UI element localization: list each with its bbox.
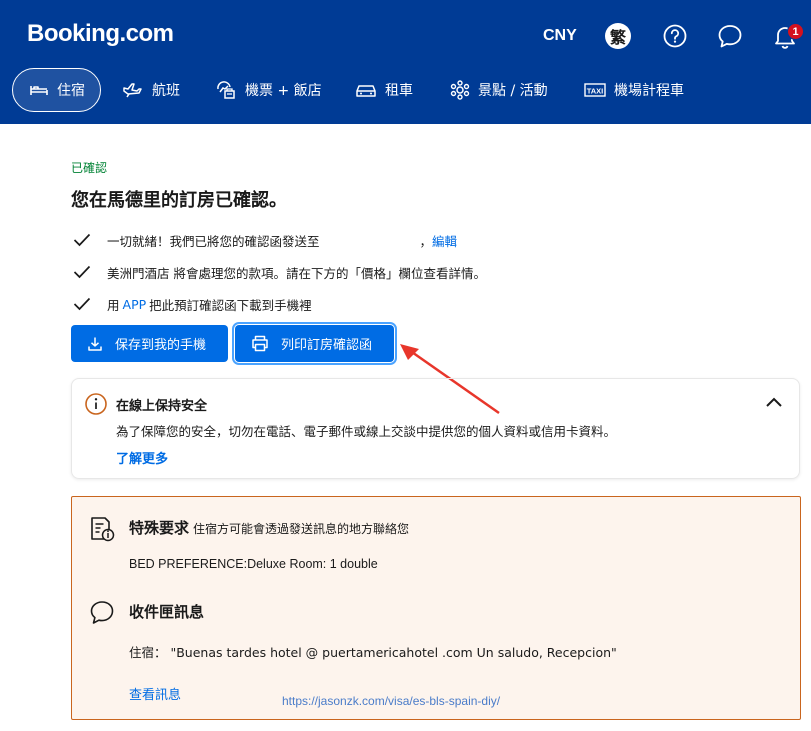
message-bubble-icon [90, 601, 114, 624]
attractions-icon [450, 80, 470, 100]
page-title: 您在馬德里的訂房已確認。 [71, 190, 287, 211]
chevron-up-icon[interactable] [765, 395, 783, 409]
print-confirmation-button[interactable]: 列印訂房確認函 [232, 322, 397, 365]
check-item-email: 一切就緒！我們已將您的確認函發送至 ， 編輯 [73, 230, 457, 250]
special-request-heading: 特殊要求 住宿方可能會透過發送訊息的地方聯絡您 [129, 517, 409, 538]
nav-tab-attractions[interactable]: 景點 / 活動 [450, 68, 548, 112]
redacted-email [319, 234, 420, 246]
download-icon [88, 337, 102, 351]
request-document-icon [91, 517, 115, 542]
taxi-icon: TAXI [584, 83, 606, 97]
special-request-card: 特殊要求 住宿方可能會透過發送訊息的地方聯絡您 BED PREFERENCE:De… [71, 496, 801, 720]
booking-logo[interactable]: Booking.com [27, 20, 174, 48]
nav-tab-car-rental[interactable]: 租車 [355, 68, 413, 112]
nav-tab-stays[interactable]: 住宿 [12, 68, 101, 112]
nav-label: 住宿 [57, 83, 85, 99]
special-request-subtitle: 住宿方可能會透過發送訊息的地方聯絡您 [193, 522, 410, 536]
check-item-payment: 美洲門酒店 將會處理您的款項。請在下方的「價格」欄位查看詳情。 [73, 262, 486, 282]
safety-title: 在線上保持安全 [116, 399, 208, 414]
safety-text: 為了保障您的安全，切勿在電話、電子郵件或線上交談中提供您的個人資料或信用卡資料。 [116, 424, 617, 439]
edit-email-link[interactable]: 編輯 [432, 231, 457, 250]
app-link[interactable]: APP [123, 297, 147, 312]
learn-more-link[interactable]: 了解更多 [116, 448, 168, 467]
special-request-value: BED PREFERENCE:Deluxe Room: 1 double [129, 557, 378, 571]
nav-label: 機場計程車 [614, 83, 684, 99]
nav-tab-flights[interactable]: 航班 [122, 68, 180, 112]
special-request-title: 特殊要求 [129, 519, 190, 537]
checkmark-icon [73, 297, 91, 311]
inbox-title: 收件匣訊息 [129, 603, 205, 621]
confirmation-status: 已確認 [71, 161, 108, 175]
bed-icon [30, 86, 48, 95]
nav-label: 景點 / 活動 [478, 83, 548, 99]
nav-label: 機票 + 飯店 [245, 83, 322, 99]
car-icon [356, 85, 376, 97]
inbox-message: 住宿： "Buenas tardes hotel @ puertamericah… [129, 645, 617, 660]
printer-icon [252, 335, 268, 352]
checkmark-icon [73, 265, 91, 279]
view-message-link[interactable]: 查看訊息 [129, 684, 181, 703]
notification-badge: 1 [787, 23, 804, 40]
check-item-app: 用 APP 把此預訂確認函下載到手機裡 [73, 294, 312, 314]
nav-label: 航班 [152, 83, 180, 99]
info-circle-icon [85, 393, 107, 415]
watermark-url: https://jasonzk.com/visa/es-bls-spain-di… [282, 694, 501, 708]
nav-label: 租車 [385, 83, 413, 99]
checkmark-icon [73, 233, 91, 247]
chat-icon[interactable] [716, 22, 744, 50]
language-selector[interactable]: 繁 [605, 23, 631, 49]
nav-tab-airport-taxi[interactable]: TAXI 機場計程車 [584, 68, 684, 112]
nav-tab-flight-hotel[interactable]: 機票 + 飯店 [215, 68, 322, 112]
help-icon[interactable] [661, 22, 689, 50]
plane-icon [123, 83, 142, 98]
save-to-phone-button[interactable]: 保存到我的手機 [71, 325, 228, 362]
svg-text:TAXI: TAXI [587, 87, 604, 96]
flight-hotel-icon [217, 81, 235, 99]
currency-selector[interactable]: CNY [543, 27, 577, 45]
online-safety-card: 在線上保持安全 為了保障您的安全，切勿在電話、電子郵件或線上交談中提供您的個人資… [71, 378, 800, 479]
